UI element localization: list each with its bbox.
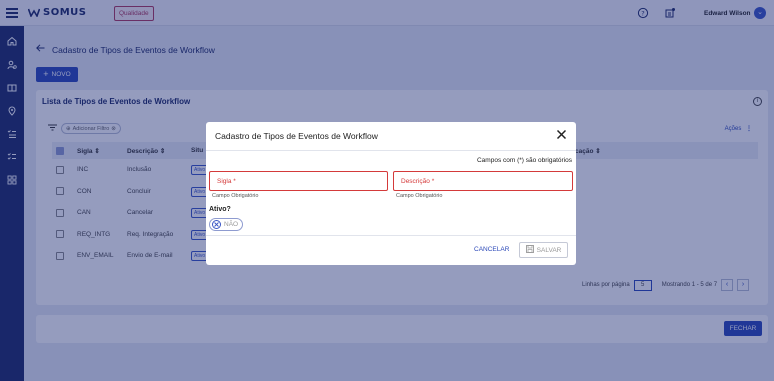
cancel-button[interactable]: CANCELAR (474, 246, 509, 253)
ativo-label: Ativo? (209, 206, 231, 213)
close-icon[interactable] (556, 129, 567, 140)
required-note: Campos com (*) são obrigatórios (476, 157, 572, 164)
create-modal: Cadastro de Tipos de Eventos de Workflow… (206, 122, 576, 265)
descricao-helper: Campo Obrigatório (396, 193, 443, 199)
ativo-toggle[interactable]: NÃO (209, 218, 244, 231)
sigla-field[interactable]: Sigla * (209, 171, 388, 191)
save-icon (525, 245, 534, 255)
ativo-value: NÃO (224, 221, 239, 228)
descricao-field[interactable]: Descrição * (393, 171, 573, 191)
modal-title: Cadastro de Tipos de Eventos de Workflow (215, 131, 378, 141)
close-circle-icon (212, 220, 221, 229)
modal-footer-divider (206, 235, 576, 236)
save-button[interactable]: SALVAR (519, 242, 568, 258)
save-button-label: SALVAR (536, 246, 562, 254)
sigla-helper: Campo Obrigatório (212, 193, 259, 199)
modal-divider (206, 150, 576, 151)
